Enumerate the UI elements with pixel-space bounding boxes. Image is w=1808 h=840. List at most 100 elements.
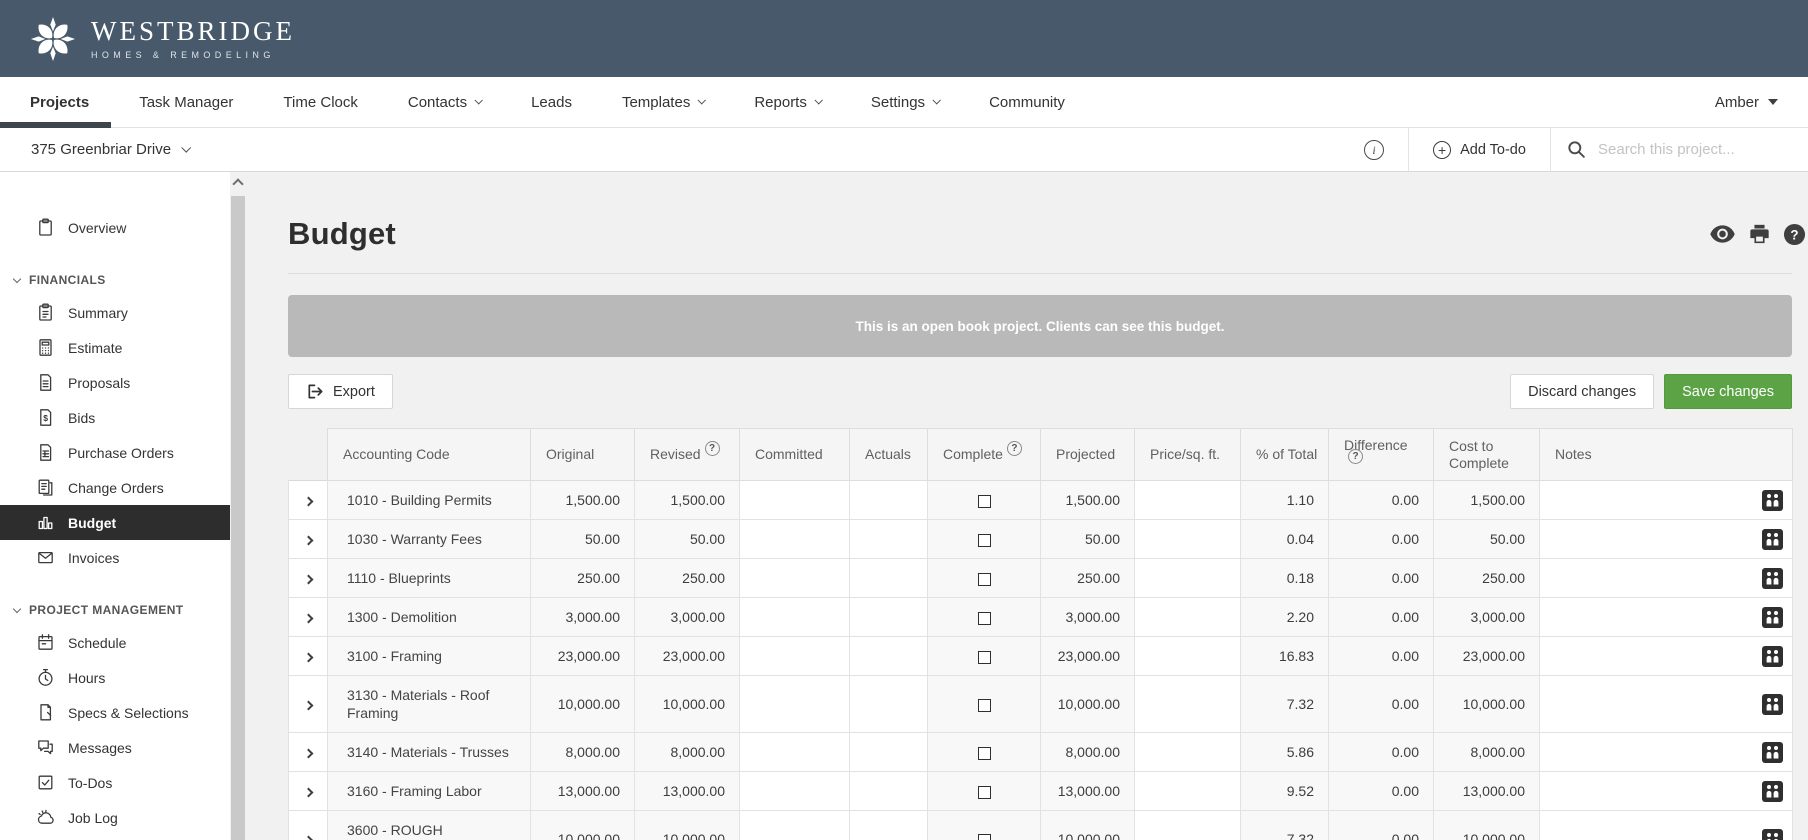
sidebar-scrollbar[interactable] [230, 172, 246, 840]
row-expander[interactable] [288, 558, 328, 598]
cell-actuals[interactable] [849, 810, 928, 840]
sidebar-item-invoices[interactable]: Invoices [0, 540, 230, 575]
sidebar-item-overview[interactable]: Overview [0, 210, 230, 245]
print-icon[interactable] [1748, 223, 1771, 245]
cell-price_sqft[interactable] [1134, 519, 1241, 559]
sidebar-item-summary[interactable]: Summary [0, 295, 230, 330]
complete-checkbox[interactable] [977, 494, 991, 508]
sidebar-item-purchase-orders[interactable]: Purchase Orders [0, 435, 230, 470]
cell-actuals[interactable] [849, 771, 928, 811]
people-icon[interactable] [1762, 645, 1783, 667]
scrollbar-thumb[interactable] [231, 196, 245, 840]
complete-checkbox[interactable] [977, 572, 991, 586]
notes-cell[interactable] [1539, 675, 1793, 733]
notes-cell[interactable] [1539, 810, 1793, 840]
nav-item-templates[interactable]: Templates [622, 77, 707, 127]
nav-item-community[interactable]: Community [989, 77, 1065, 127]
column-help-icon[interactable]: ? [704, 440, 720, 456]
cell-actuals[interactable] [849, 597, 928, 637]
people-icon[interactable] [1762, 693, 1783, 715]
cell-actuals[interactable] [849, 675, 928, 733]
sidebar-item-change-orders[interactable]: Change Orders [0, 470, 230, 505]
cell-price_sqft[interactable] [1134, 480, 1241, 520]
search-input[interactable] [1596, 140, 1791, 159]
notes-cell[interactable] [1539, 597, 1793, 637]
nav-item-reports[interactable]: Reports [754, 77, 823, 127]
people-icon[interactable] [1762, 567, 1783, 589]
notes-cell[interactable] [1539, 558, 1793, 598]
row-expander[interactable] [288, 810, 328, 840]
cell-committed[interactable] [739, 810, 850, 840]
scroll-up-icon[interactable] [232, 178, 244, 190]
nav-item-task-manager[interactable]: Task Manager [139, 77, 233, 127]
people-icon[interactable] [1762, 828, 1783, 840]
complete-checkbox[interactable] [977, 611, 991, 625]
sidebar-section-financials[interactable]: FINANCIALS [0, 265, 230, 295]
complete-checkbox[interactable] [977, 746, 991, 760]
people-icon[interactable] [1762, 528, 1783, 550]
cell-price_sqft[interactable] [1134, 597, 1241, 637]
column-help-icon[interactable]: ? [1006, 440, 1022, 456]
sidebar-item-job-log[interactable]: Job Log [0, 800, 230, 835]
sidebar-item-bids[interactable]: $ Bids [0, 400, 230, 435]
nav-item-contacts[interactable]: Contacts [408, 77, 484, 127]
user-menu[interactable]: Amber [1715, 94, 1778, 111]
row-expander[interactable] [288, 732, 328, 772]
add-todo-button[interactable]: + Add To-do [1408, 128, 1550, 171]
cell-actuals[interactable] [849, 732, 928, 772]
save-changes-button[interactable]: Save changes [1664, 374, 1792, 409]
complete-checkbox[interactable] [977, 698, 991, 712]
cell-price_sqft[interactable] [1134, 810, 1241, 840]
project-selector[interactable]: 375 Greenbriar Drive [0, 128, 192, 171]
complete-checkbox[interactable] [977, 833, 991, 840]
export-button[interactable]: Export [288, 374, 393, 409]
cell-actuals[interactable] [849, 480, 928, 520]
project-search[interactable] [1550, 128, 1808, 171]
brand-logo[interactable]: WESTBRIDGE HOMES & REMODELING [30, 16, 295, 62]
project-info-button[interactable]: i [1340, 128, 1408, 171]
cell-actuals[interactable] [849, 558, 928, 598]
notes-cell[interactable] [1539, 519, 1793, 559]
cell-committed[interactable] [739, 675, 850, 733]
cell-committed[interactable] [739, 480, 850, 520]
sidebar-item-budget[interactable]: Budget [0, 505, 230, 540]
row-expander[interactable] [288, 675, 328, 733]
sidebar-item-messages[interactable]: Messages [0, 730, 230, 765]
cell-committed[interactable] [739, 636, 850, 676]
complete-checkbox[interactable] [977, 533, 991, 547]
nav-item-projects[interactable]: Projects [0, 77, 112, 128]
cell-committed[interactable] [739, 771, 850, 811]
notes-cell[interactable] [1539, 480, 1793, 520]
cell-price_sqft[interactable] [1134, 675, 1241, 733]
row-expander[interactable] [288, 519, 328, 559]
sidebar-item-hours[interactable]: Hours [0, 660, 230, 695]
sidebar-section-project-management[interactable]: PROJECT MANAGEMENT [0, 595, 230, 625]
row-expander[interactable] [288, 636, 328, 676]
row-expander[interactable] [288, 480, 328, 520]
cell-committed[interactable] [739, 558, 850, 598]
sidebar-item-estimate[interactable]: Estimate [0, 330, 230, 365]
notes-cell[interactable] [1539, 732, 1793, 772]
sidebar-item-schedule[interactable]: Schedule [0, 625, 230, 660]
people-icon[interactable] [1762, 780, 1783, 802]
cell-committed[interactable] [739, 597, 850, 637]
cell-actuals[interactable] [849, 636, 928, 676]
notes-cell[interactable] [1539, 771, 1793, 811]
cell-actuals[interactable] [849, 519, 928, 559]
notes-cell[interactable] [1539, 636, 1793, 676]
nav-item-settings[interactable]: Settings [871, 77, 942, 127]
nav-item-leads[interactable]: Leads [531, 77, 572, 127]
cell-price_sqft[interactable] [1134, 771, 1241, 811]
people-icon[interactable] [1762, 606, 1783, 628]
cell-price_sqft[interactable] [1134, 636, 1241, 676]
cell-price_sqft[interactable] [1134, 732, 1241, 772]
sidebar-item-specs-selections[interactable]: Specs & Selections [0, 695, 230, 730]
sidebar-item-proposals[interactable]: Proposals [0, 365, 230, 400]
complete-checkbox[interactable] [977, 785, 991, 799]
cell-price_sqft[interactable] [1134, 558, 1241, 598]
help-icon[interactable]: ? [1783, 223, 1806, 246]
people-icon[interactable] [1762, 489, 1783, 511]
row-expander[interactable] [288, 597, 328, 637]
row-expander[interactable] [288, 771, 328, 811]
cell-committed[interactable] [739, 732, 850, 772]
